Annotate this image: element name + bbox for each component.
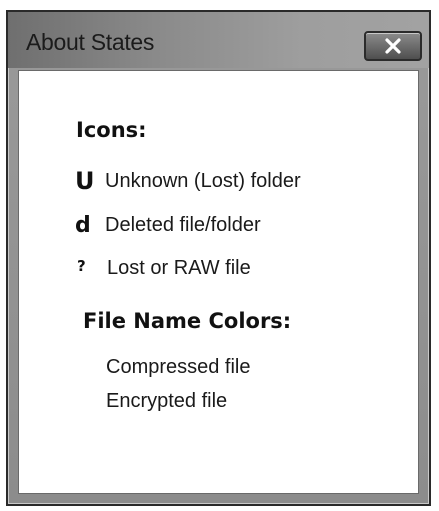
- color-item-encrypted: Encrypted file: [106, 390, 228, 412]
- legend-item-label: Deleted file/folder: [105, 213, 261, 236]
- legend-item-label: Lost or RAW file: [107, 256, 251, 279]
- window-title: About States: [26, 29, 155, 55]
- title-bar[interactable]: About States: [8, 12, 429, 68]
- close-icon: [384, 38, 402, 54]
- legend-item-label: Unknown (Lost) folder: [105, 169, 301, 192]
- lost-raw-file-icon: ?: [77, 257, 86, 275]
- about-states-dialog: About States Icons: U Unknown (Lost) fol…: [6, 10, 431, 506]
- deleted-file-folder-icon: d: [75, 212, 91, 238]
- legend-item-unknown-folder: U Unknown (Lost) folder: [75, 166, 301, 196]
- dialog-content: Icons: U Unknown (Lost) folder d Deleted…: [18, 70, 419, 494]
- unknown-lost-folder-icon: U: [75, 167, 95, 195]
- legend-item-lost-raw: ? Lost or RAW file: [75, 253, 251, 283]
- legend-item-deleted: d Deleted file/folder: [75, 210, 261, 240]
- close-button[interactable]: [364, 31, 422, 61]
- color-item-compressed: Compressed file: [106, 356, 251, 378]
- file-name-colors-heading: File Name Colors:: [83, 309, 292, 333]
- icons-heading: Icons:: [76, 118, 147, 142]
